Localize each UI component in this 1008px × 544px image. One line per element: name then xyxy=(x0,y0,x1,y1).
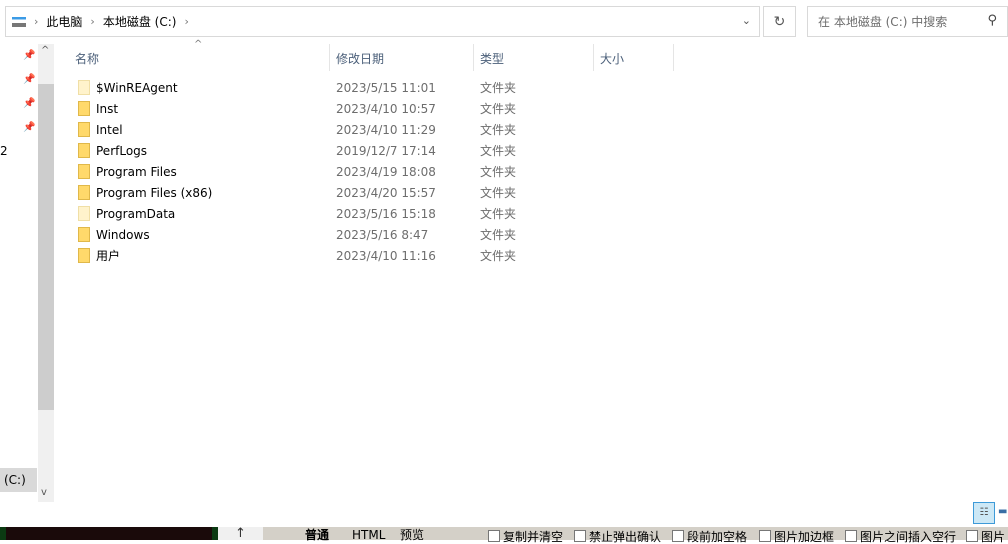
file-type: 文件夹 xyxy=(480,81,517,95)
file-date: 2019/12/7 17:14 xyxy=(336,143,436,158)
chevron-right-icon: › xyxy=(34,15,39,28)
scroll-up-icon[interactable]: ^ xyxy=(41,45,49,56)
folder-icon xyxy=(78,248,90,263)
nav-item-c-drive[interactable]: (C:) xyxy=(0,468,37,492)
file-type: 文件夹 xyxy=(480,228,517,242)
file-name: Program Files (x86) xyxy=(96,185,213,200)
checkbox-image-border[interactable]: 图片加边框 xyxy=(759,530,834,544)
folder-icon xyxy=(78,185,90,200)
folder-icon xyxy=(78,122,90,137)
chevron-right-icon: › xyxy=(90,15,95,28)
address-bar[interactable]: › 此电脑 › 本地磁盘 (C:) › ⌄ xyxy=(5,6,760,37)
column-header-type[interactable]: 类型 xyxy=(480,50,504,67)
pin-icon[interactable]: 📌 xyxy=(23,50,35,61)
dark-panel xyxy=(0,527,218,540)
file-date: 2023/5/15 11:01 xyxy=(336,80,436,95)
pin-icon[interactable]: 📌 xyxy=(23,122,35,133)
file-row[interactable]: 用户 2023/4/10 11:16 文件夹 xyxy=(75,245,595,266)
file-date: 2023/4/10 10:57 xyxy=(336,101,436,116)
nav-scrollbar-thumb[interactable] xyxy=(38,84,54,410)
checkbox-label: 图片加边框 xyxy=(774,530,835,544)
file-type: 文件夹 xyxy=(480,249,517,263)
file-name: 用户 xyxy=(96,249,121,263)
drive-icon xyxy=(12,16,26,27)
checkbox-image-other[interactable]: 图片 xyxy=(966,530,1005,544)
file-name: ProgramData xyxy=(96,206,176,221)
column-header-name[interactable]: 名称 xyxy=(75,50,99,67)
file-row[interactable]: ProgramData 2023/5/16 15:18 文件夹 xyxy=(75,203,595,224)
search-icon[interactable]: ⚲ xyxy=(987,13,997,28)
file-date: 2023/4/10 11:29 xyxy=(336,122,436,137)
folder-icon xyxy=(78,80,90,95)
column-header-size[interactable]: 大小 xyxy=(600,50,624,67)
chevron-right-icon[interactable]: › xyxy=(184,15,188,28)
sort-ascending-icon: ^ xyxy=(194,39,203,50)
checkbox-indent[interactable]: 段前加空格 xyxy=(672,530,747,544)
column-divider[interactable] xyxy=(673,44,674,71)
pin-icon[interactable]: 📌 xyxy=(23,74,35,85)
file-row[interactable]: PerfLogs 2019/12/7 17:14 文件夹 xyxy=(75,140,595,161)
folder-icon xyxy=(78,206,90,221)
file-type: 文件夹 xyxy=(480,165,517,179)
file-name: PerfLogs xyxy=(96,143,148,158)
pin-icon[interactable]: 📌 xyxy=(23,98,35,109)
file-name: $WinREAgent xyxy=(96,80,178,95)
file-name: Program Files xyxy=(96,164,177,179)
folder-icon xyxy=(78,164,90,179)
checkbox-label: 图片之间插入空行 xyxy=(860,530,957,544)
file-row[interactable]: Inst 2023/4/10 10:57 文件夹 xyxy=(75,98,595,119)
checkbox-image-spacing[interactable]: 图片之间插入空行 xyxy=(845,530,956,544)
search-input[interactable]: 在 本地磁盘 (C:) 中搜索 ⚲ xyxy=(807,6,1008,37)
checkbox-copy-clear[interactable]: 复制并清空 xyxy=(488,530,563,544)
column-divider[interactable] xyxy=(473,44,474,71)
checkbox-label: 图片 xyxy=(981,530,1006,544)
refresh-button[interactable]: ↻ xyxy=(763,6,796,37)
file-date: 2023/5/16 8:47 xyxy=(336,227,429,242)
file-date: 2023/4/10 11:16 xyxy=(336,248,436,263)
column-divider[interactable] xyxy=(593,44,594,71)
file-row[interactable]: Windows 2023/5/16 8:47 文件夹 xyxy=(75,224,595,245)
folder-icon xyxy=(78,143,90,158)
file-row[interactable]: Intel 2023/4/10 11:29 文件夹 xyxy=(75,119,595,140)
nav-item-partial[interactable]: 2 xyxy=(0,144,8,158)
checkbox-label: 禁止弹出确认 xyxy=(589,530,662,544)
file-name: Windows xyxy=(96,227,150,242)
file-row[interactable]: $WinREAgent 2023/5/15 11:01 文件夹 xyxy=(75,77,595,98)
file-row[interactable]: Program Files 2023/4/19 18:08 文件夹 xyxy=(75,161,595,182)
up-arrow-button[interactable]: ↑ xyxy=(218,527,263,541)
folder-icon xyxy=(78,101,90,116)
file-date: 2023/4/20 15:57 xyxy=(336,185,436,200)
checkbox-label: 段前加空格 xyxy=(687,530,748,544)
file-type: 文件夹 xyxy=(480,102,517,116)
file-type: 文件夹 xyxy=(480,123,517,137)
file-type: 文件夹 xyxy=(480,144,517,158)
scroll-down-icon[interactable]: v xyxy=(41,487,47,498)
breadcrumb-this-pc[interactable]: 此电脑 xyxy=(46,13,82,30)
search-placeholder: 在 本地磁盘 (C:) 中搜索 xyxy=(818,15,948,29)
folder-icon xyxy=(78,227,90,242)
chevron-down-icon[interactable]: ⌄ xyxy=(742,14,751,27)
file-type: 文件夹 xyxy=(480,186,517,200)
checkbox-label: 复制并清空 xyxy=(503,530,564,544)
file-name: Intel xyxy=(96,122,123,137)
details-view-button[interactable]: ☷ xyxy=(973,502,995,524)
file-name: Inst xyxy=(96,101,119,116)
file-date: 2023/5/16 15:18 xyxy=(336,206,436,221)
file-row[interactable]: Program Files (x86) 2023/4/20 15:57 文件夹 xyxy=(75,182,595,203)
breadcrumb-c-drive[interactable]: 本地磁盘 (C:) xyxy=(103,13,177,30)
column-divider[interactable] xyxy=(329,44,330,71)
column-header-date[interactable]: 修改日期 xyxy=(336,50,384,67)
large-icons-view-button[interactable]: ▬ xyxy=(998,502,1008,524)
file-type: 文件夹 xyxy=(480,207,517,221)
file-date: 2023/4/19 18:08 xyxy=(336,164,436,179)
checkbox-no-confirm[interactable]: 禁止弹出确认 xyxy=(574,530,661,544)
